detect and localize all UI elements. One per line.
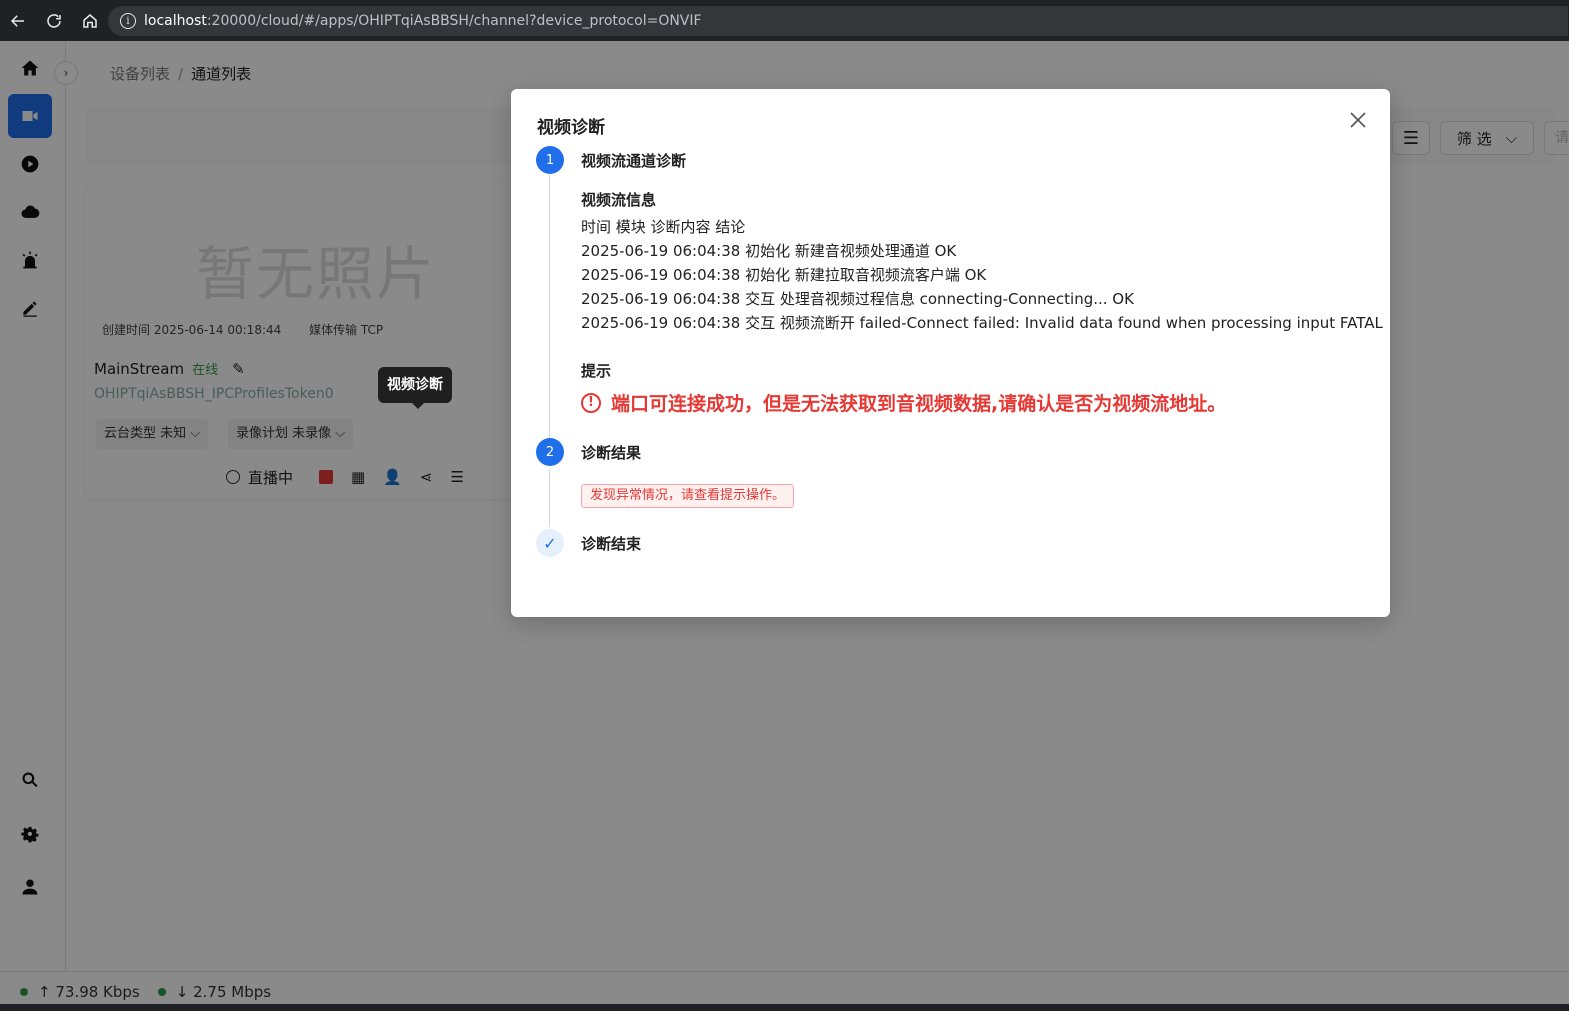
dialog-title: 视频诊断 xyxy=(537,118,605,138)
checkmark-icon: ✓ xyxy=(536,529,564,557)
log-line: 时间 模块 诊断内容 结论 xyxy=(581,218,746,236)
reload-icon[interactable] xyxy=(36,0,72,41)
step-connector xyxy=(549,469,550,527)
site-info-icon[interactable]: i xyxy=(120,13,136,29)
error-circle-icon: ! xyxy=(581,392,601,413)
step-2-title: 诊断结果 xyxy=(581,444,642,462)
url-path: :20000/cloud/#/apps/OHIPTqiAsBBSH/channe… xyxy=(206,13,702,29)
home-icon[interactable] xyxy=(72,0,108,41)
log-line: 2025-06-19 06:04:38 初始化 新建拉取音视频流客户端 OK xyxy=(581,266,987,284)
close-icon xyxy=(1350,112,1366,128)
url-host: localhost xyxy=(144,13,207,29)
hint-title: 提示 xyxy=(581,362,612,380)
diagnose-log: 时间 模块 诊断内容 结论 2025-06-19 06:04:38 初始化 新建… xyxy=(581,215,1383,335)
back-icon[interactable] xyxy=(0,0,36,41)
step-2-indicator: 2 xyxy=(536,438,564,466)
step-1-title: 视频流通道诊断 xyxy=(581,152,687,170)
step-1-indicator: 1 xyxy=(536,146,564,174)
log-line: 2025-06-19 06:04:38 交互 视频流断开 failed-Conn… xyxy=(581,314,1383,332)
log-line: 2025-06-19 06:04:38 初始化 新建音视频处理通道 OK xyxy=(581,242,957,260)
close-button[interactable] xyxy=(1347,109,1369,131)
log-line: 2025-06-19 06:04:38 交互 处理音视频过程信息 connect… xyxy=(581,290,1134,308)
tooltip: 视频诊断 xyxy=(378,367,452,409)
step-connector xyxy=(549,175,550,439)
result-error-tag: 发现异常情况，请查看提示操作。 xyxy=(581,484,795,508)
browser-toolbar: i localhost:20000/cloud/#/apps/OHIPTqiAs… xyxy=(0,0,1569,41)
stream-info-title: 视频流信息 xyxy=(581,191,657,209)
window-bottom-strip xyxy=(0,1004,1569,1011)
hint-text: 端口可连接成功，但是无法获取到音视频数据,请确认是否为视频流地址。 xyxy=(611,393,1227,415)
hint-message: ! 端口可连接成功，但是无法获取到音视频数据,请确认是否为视频流地址。 xyxy=(581,389,1226,416)
video-diagnose-dialog: 视频诊断 1 视频流通道诊断 视频流信息 时间 模块 诊断内容 结论 2025-… xyxy=(511,89,1390,617)
address-bar[interactable]: i localhost:20000/cloud/#/apps/OHIPTqiAs… xyxy=(108,6,1568,36)
step-3-title: 诊断结束 xyxy=(581,535,642,553)
